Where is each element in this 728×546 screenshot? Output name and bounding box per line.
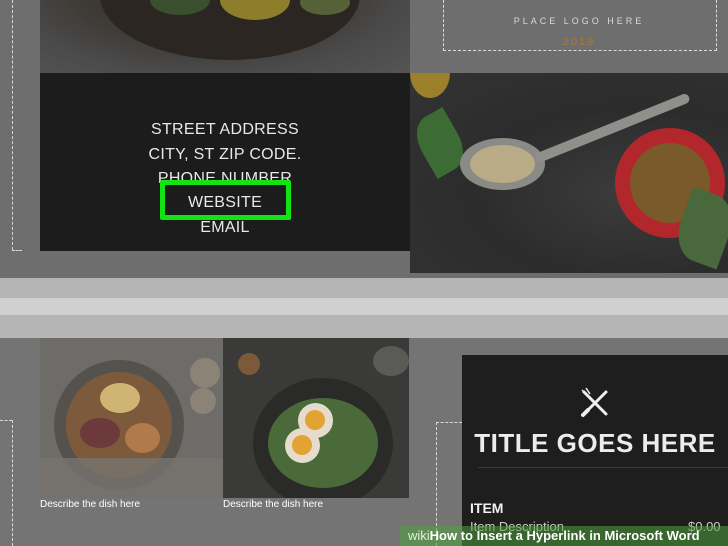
- email-text[interactable]: EMAIL: [40, 219, 410, 237]
- margin-guide-menu-corner: [436, 422, 462, 423]
- spices-photo: [410, 73, 728, 273]
- watermark: wikiHow to Insert a Hyperlink in Microso…: [400, 526, 728, 546]
- watermark-prefix: wiki: [408, 528, 430, 543]
- dish-description-1[interactable]: Describe the dish here: [40, 499, 140, 510]
- logo-placeholder-text: PLACE LOGO HERE: [513, 16, 645, 26]
- website-highlight-box: [160, 180, 291, 220]
- street-address-text[interactable]: STREET ADDRESS: [40, 121, 410, 139]
- dish-description-2[interactable]: Describe the dish here: [223, 499, 323, 510]
- menu-title[interactable]: TITLE GOES HERE: [462, 428, 728, 459]
- menu-divider: [478, 467, 728, 468]
- margin-guide-left: [12, 0, 13, 250]
- fruit-platter-photo: [40, 338, 223, 498]
- margin-guide-corner-bottom: [0, 420, 12, 421]
- page-gap-stripe: [0, 298, 728, 315]
- margin-guide-corner: [12, 250, 22, 251]
- egg-salad-photo: [223, 338, 409, 498]
- menu-item-label[interactable]: ITEM: [470, 500, 503, 516]
- logo-year: 2019: [562, 36, 596, 48]
- salad-bowl-photo: [40, 0, 410, 73]
- margin-guide-left-bottom: [12, 420, 13, 546]
- city-text[interactable]: CITY, ST ZIP CODE.: [40, 146, 410, 164]
- fork-knife-icon: [578, 386, 612, 420]
- watermark-text: How to Insert a Hyperlink in Microsoft W…: [429, 528, 700, 543]
